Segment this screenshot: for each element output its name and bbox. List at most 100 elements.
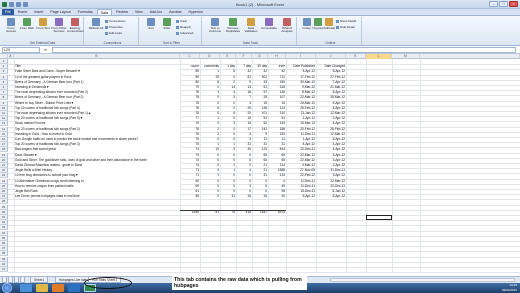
properties-button[interactable]: Properties <box>105 25 123 30</box>
title-cell[interactable]: Lee Dover (emote hubpages stats in real … <box>15 194 180 200</box>
data-validation-label: Data Validation <box>244 26 258 34</box>
edit-links-button[interactable]: Edit Links <box>105 31 122 36</box>
tab-formulas[interactable]: Formulas <box>75 9 96 15</box>
clock-date: 09/04/2012 <box>501 287 517 292</box>
ribbon-tabs: File Home Insert Page Layout Formulas Data Rev… <box>0 9 520 16</box>
name-box[interactable]: L20 <box>2 47 40 53</box>
filter-button[interactable]: Filter <box>159 18 175 30</box>
outlook-icon[interactable] <box>68 284 80 292</box>
column-gridline <box>366 59 367 273</box>
subtotal-button[interactable]: Subtotal <box>324 18 335 30</box>
advanced-button[interactable]: Advanced <box>176 31 193 36</box>
row-header[interactable]: 41 <box>0 267 8 272</box>
ie-icon[interactable] <box>20 284 32 292</box>
existing-connections-button[interactable]: Existing Connections <box>67 18 84 34</box>
advanced-icon <box>176 31 179 35</box>
column-header-extra[interactable] <box>420 54 520 59</box>
explorer-icon[interactable] <box>36 284 48 292</box>
value-cell: 31 <box>231 194 235 199</box>
column-header-g[interactable]: G <box>252 54 268 59</box>
group-icon <box>302 18 311 26</box>
column-header-e[interactable]: E <box>220 54 236 59</box>
tab-add-ins[interactable]: Add-Ins <box>147 9 165 15</box>
group-button[interactable]: Group <box>301 18 312 30</box>
data-validation-button[interactable]: Data Validation <box>242 18 260 34</box>
clear-label: Clear <box>180 19 188 23</box>
column-headers: ABCDEFGHIJKLM <box>0 54 520 59</box>
sort-icon <box>147 18 155 26</box>
consolidate-icon <box>265 18 273 26</box>
minimize-button[interactable]: – <box>489 1 498 7</box>
column-header-k[interactable]: K <box>346 54 366 59</box>
totals-border <box>180 209 286 211</box>
callout-annotation: This tab contains the raw data which is … <box>172 276 307 290</box>
system-clock: 13:25 09/04/2012 <box>502 283 517 292</box>
value-cell: 34 <box>263 194 267 199</box>
show-detail-button[interactable]: Show Detail <box>336 19 356 24</box>
spreadsheet-grid[interactable]: ABCDEFGHIJKLM 1 2 3 4 5 6 7 8 9 10 11 12 13 14 15 16 17 1… <box>0 54 520 276</box>
text-to-columns-label: Text to Columns <box>209 26 221 34</box>
row-gridline <box>8 220 520 222</box>
tab-insert[interactable]: Insert <box>31 9 46 15</box>
clear-icon <box>176 19 179 23</box>
column-header-j[interactable]: J <box>316 54 346 59</box>
tab-view[interactable]: View <box>132 9 146 15</box>
connections-label: Connections <box>109 19 126 23</box>
from-web-button[interactable]: From Web <box>19 18 35 30</box>
group-label: Get External Data <box>29 41 56 45</box>
tab-hyperion[interactable]: Hyperion <box>185 9 205 15</box>
media-player-icon[interactable] <box>52 284 64 292</box>
remove-duplicates-button[interactable]: Remove Duplicates <box>224 18 242 34</box>
refresh-all-button[interactable]: Refresh All <box>88 18 104 30</box>
column-header-d[interactable]: D <box>200 54 220 59</box>
formula-input[interactable] <box>52 47 516 53</box>
from-access-button[interactable]: From Access <box>3 18 19 34</box>
ribbon-group-sort-filter: Sort Filter Clear Reapply Advanced Sort & Fil… <box>142 17 202 45</box>
fx-icon[interactable]: fx <box>44 47 47 52</box>
row-gridline <box>8 235 520 237</box>
edit-links-label: Edit Links <box>109 31 123 35</box>
tab-review[interactable]: Review <box>113 9 131 15</box>
row-gridline <box>8 230 520 232</box>
tab-home[interactable]: Home <box>15 9 31 15</box>
value-cell: 6-Apr-12 <box>302 194 315 199</box>
from-text-button[interactable]: From Text <box>35 18 51 30</box>
sort-button[interactable]: Sort <box>143 18 159 30</box>
start-button[interactable] <box>2 283 12 293</box>
ungroup-label: Ungroup <box>312 26 324 30</box>
close-button[interactable]: × <box>509 1 518 7</box>
hide-detail-button[interactable]: Hide Detail <box>336 25 355 30</box>
selected-cell[interactable] <box>366 215 392 221</box>
group-label: Group <box>302 26 311 30</box>
row-gridline <box>8 267 520 268</box>
tab-file[interactable]: File <box>2 9 14 15</box>
value-cell: 34 <box>281 194 285 199</box>
row-gridline <box>8 199 520 201</box>
maximize-button[interactable]: □ <box>499 1 508 7</box>
column-header-b[interactable]: B <box>14 54 180 59</box>
reapply-icon <box>176 25 179 29</box>
horizontal-scrollbar[interactable] <box>330 278 515 282</box>
text-to-columns-button[interactable]: Text to Columns <box>206 18 224 34</box>
tab-acrobat[interactable]: Acrobat <box>166 9 184 15</box>
column-header-i[interactable]: I <box>286 54 316 59</box>
tab-data[interactable]: Data <box>96 9 113 15</box>
clear-button[interactable]: Clear <box>176 19 187 24</box>
value-cell: 55 <box>195 194 199 199</box>
consolidate-button[interactable]: Consolidate <box>260 18 278 30</box>
from-other-sources-button[interactable]: From Other Sources <box>51 18 67 34</box>
ungroup-button[interactable]: Ungroup <box>312 18 324 30</box>
column-header-h[interactable]: H <box>268 54 286 59</box>
what-if-analysis-button[interactable]: What-If Analysis <box>278 18 296 34</box>
group-label: Connections <box>103 41 122 45</box>
tab-page-layout[interactable]: Page Layout <box>47 9 73 15</box>
column-header-m[interactable]: M <box>392 54 420 59</box>
reapply-button[interactable]: Reapply <box>176 25 191 30</box>
refresh-all-label: Refresh All <box>88 26 104 30</box>
column-header-l[interactable]: L <box>366 54 392 59</box>
column-header-c[interactable]: C <box>180 54 200 59</box>
column-header-f[interactable]: F <box>236 54 252 59</box>
remove-duplicates-label: Remove Duplicates <box>225 26 240 34</box>
connections-button[interactable]: Connections <box>105 19 126 24</box>
from-access-label: From Access <box>6 26 16 34</box>
